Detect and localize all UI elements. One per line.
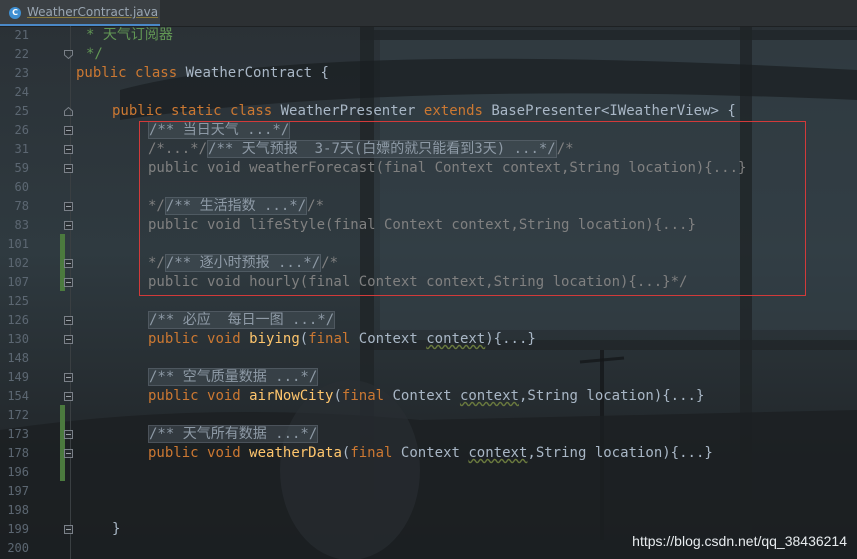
line-number: 178 (7, 446, 29, 460)
fold-toggle-icon[interactable] (64, 202, 73, 211)
code-line-126[interactable]: /** 必应 每日一图 ...*/ (148, 311, 336, 330)
code-line-21[interactable]: * 天气订阅器 (86, 26, 173, 45)
folded-comment[interactable]: /** 天气所有数据 ...*/ (148, 425, 319, 443)
superclass: BasePresenter<IWeatherView> { (491, 103, 736, 119)
code-line-22[interactable]: */ (86, 45, 103, 64)
line-number: 130 (7, 332, 29, 346)
line-number: 78 (14, 199, 29, 213)
type-name: Context (358, 331, 418, 347)
fold-toggle-icon[interactable] (64, 392, 73, 401)
line-number: 107 (7, 275, 29, 289)
line-number: 60 (14, 180, 29, 194)
line-number: 102 (7, 256, 29, 270)
line-number: 197 (7, 484, 29, 498)
line-number: 126 (7, 313, 29, 327)
fold-toggle-icon[interactable] (64, 126, 73, 135)
fold-toggle-icon[interactable] (64, 164, 73, 173)
line-number: 26 (14, 123, 29, 137)
code-line-130[interactable]: public void biying(final Context context… (148, 330, 536, 349)
keyword: final (350, 445, 393, 461)
keyword: final (308, 331, 351, 347)
method-name: airNowCity (249, 388, 334, 404)
line-number: 200 (7, 541, 29, 555)
code-rest: ,String location){...} (527, 445, 713, 461)
editor-gutter: 21 22 23 24 25 26 31 59 60 78 83 101 102… (0, 26, 73, 559)
code-line-178[interactable]: public void weatherData(final Context co… (148, 444, 713, 463)
keyword: public (76, 65, 127, 81)
fold-toggle-icon[interactable] (64, 259, 73, 268)
line-number: 21 (14, 28, 29, 42)
fold-toggle-icon[interactable] (64, 449, 73, 458)
folded-comment[interactable]: /** 必应 每日一图 ...*/ (148, 311, 336, 329)
keyword: public (148, 445, 199, 461)
line-number: 199 (7, 522, 29, 536)
parameter-unused: context (468, 445, 528, 461)
code-rest: ,String location){...} (518, 388, 705, 404)
code-line-23[interactable]: public class WeatherContract { (76, 64, 329, 83)
code-rest: ){...} (485, 331, 536, 347)
class-name: WeatherPresenter (280, 103, 416, 119)
keyword: public (112, 103, 163, 119)
line-number: 24 (14, 85, 29, 99)
keyword: extends (423, 103, 483, 119)
keyword: public (148, 388, 199, 404)
keyword: final (341, 388, 385, 404)
fold-toggle-icon[interactable] (64, 430, 73, 439)
folded-comment[interactable]: /** 空气质量数据 ...*/ (148, 368, 319, 386)
fold-toggle-icon[interactable] (64, 525, 73, 534)
keyword: static (171, 103, 222, 119)
method-name: weatherData (249, 445, 342, 461)
type-name: Context (400, 445, 460, 461)
code-line-154[interactable]: public void airNowCity(final Context con… (148, 387, 704, 406)
class-declaration: WeatherContract { (185, 65, 329, 81)
parameter-unused: context (459, 388, 519, 404)
fold-start-icon[interactable] (64, 107, 73, 116)
keyword: void (207, 388, 241, 404)
fold-toggle-icon[interactable] (64, 335, 73, 344)
parameter-unused: context (426, 331, 486, 347)
line-number: 172 (7, 408, 29, 422)
fold-toggle-icon[interactable] (64, 145, 73, 154)
fold-toggle-icon[interactable] (64, 221, 73, 230)
code-line-199[interactable]: } (112, 520, 120, 539)
keyword: public (148, 331, 199, 347)
fold-toggle-icon[interactable] (64, 373, 73, 382)
change-marker (60, 405, 65, 481)
line-number: 198 (7, 503, 29, 517)
line-number: 149 (7, 370, 29, 384)
type-name: Context (392, 388, 452, 404)
tab-weathercontract-java[interactable]: C WeatherContract.java (0, 0, 160, 26)
line-number: 101 (7, 237, 29, 251)
tab-label: WeatherContract.java (27, 5, 159, 19)
keyword: class (135, 65, 178, 81)
line-number: 173 (7, 427, 29, 441)
line-number: 31 (14, 142, 29, 156)
code-line-25[interactable]: public static class WeatherPresenter ext… (112, 102, 736, 121)
line-number: 83 (14, 218, 29, 232)
keyword: class (230, 103, 273, 119)
editor-tab-bar: C WeatherContract.java (0, 0, 857, 27)
highlight-annotation-box (139, 121, 806, 296)
java-class-icon: C (9, 7, 21, 19)
line-number: 22 (14, 47, 29, 61)
line-number: 196 (7, 465, 29, 479)
keyword: void (207, 445, 241, 461)
line-number: 148 (7, 351, 29, 365)
line-number: 59 (14, 161, 29, 175)
line-number: 154 (7, 389, 29, 403)
fold-toggle-icon[interactable] (64, 278, 73, 287)
method-name: biying (249, 331, 300, 347)
code-line-149[interactable]: /** 空气质量数据 ...*/ (148, 368, 319, 387)
code-line-173[interactable]: /** 天气所有数据 ...*/ (148, 425, 319, 444)
line-number: 23 (14, 66, 29, 80)
fold-end-icon[interactable] (64, 50, 73, 59)
fold-toggle-icon[interactable] (64, 316, 73, 325)
watermark: https://blog.csdn.net/qq_38436214 (632, 533, 847, 549)
keyword: void (207, 331, 241, 347)
line-number: 25 (14, 104, 29, 118)
line-number: 125 (7, 294, 29, 308)
